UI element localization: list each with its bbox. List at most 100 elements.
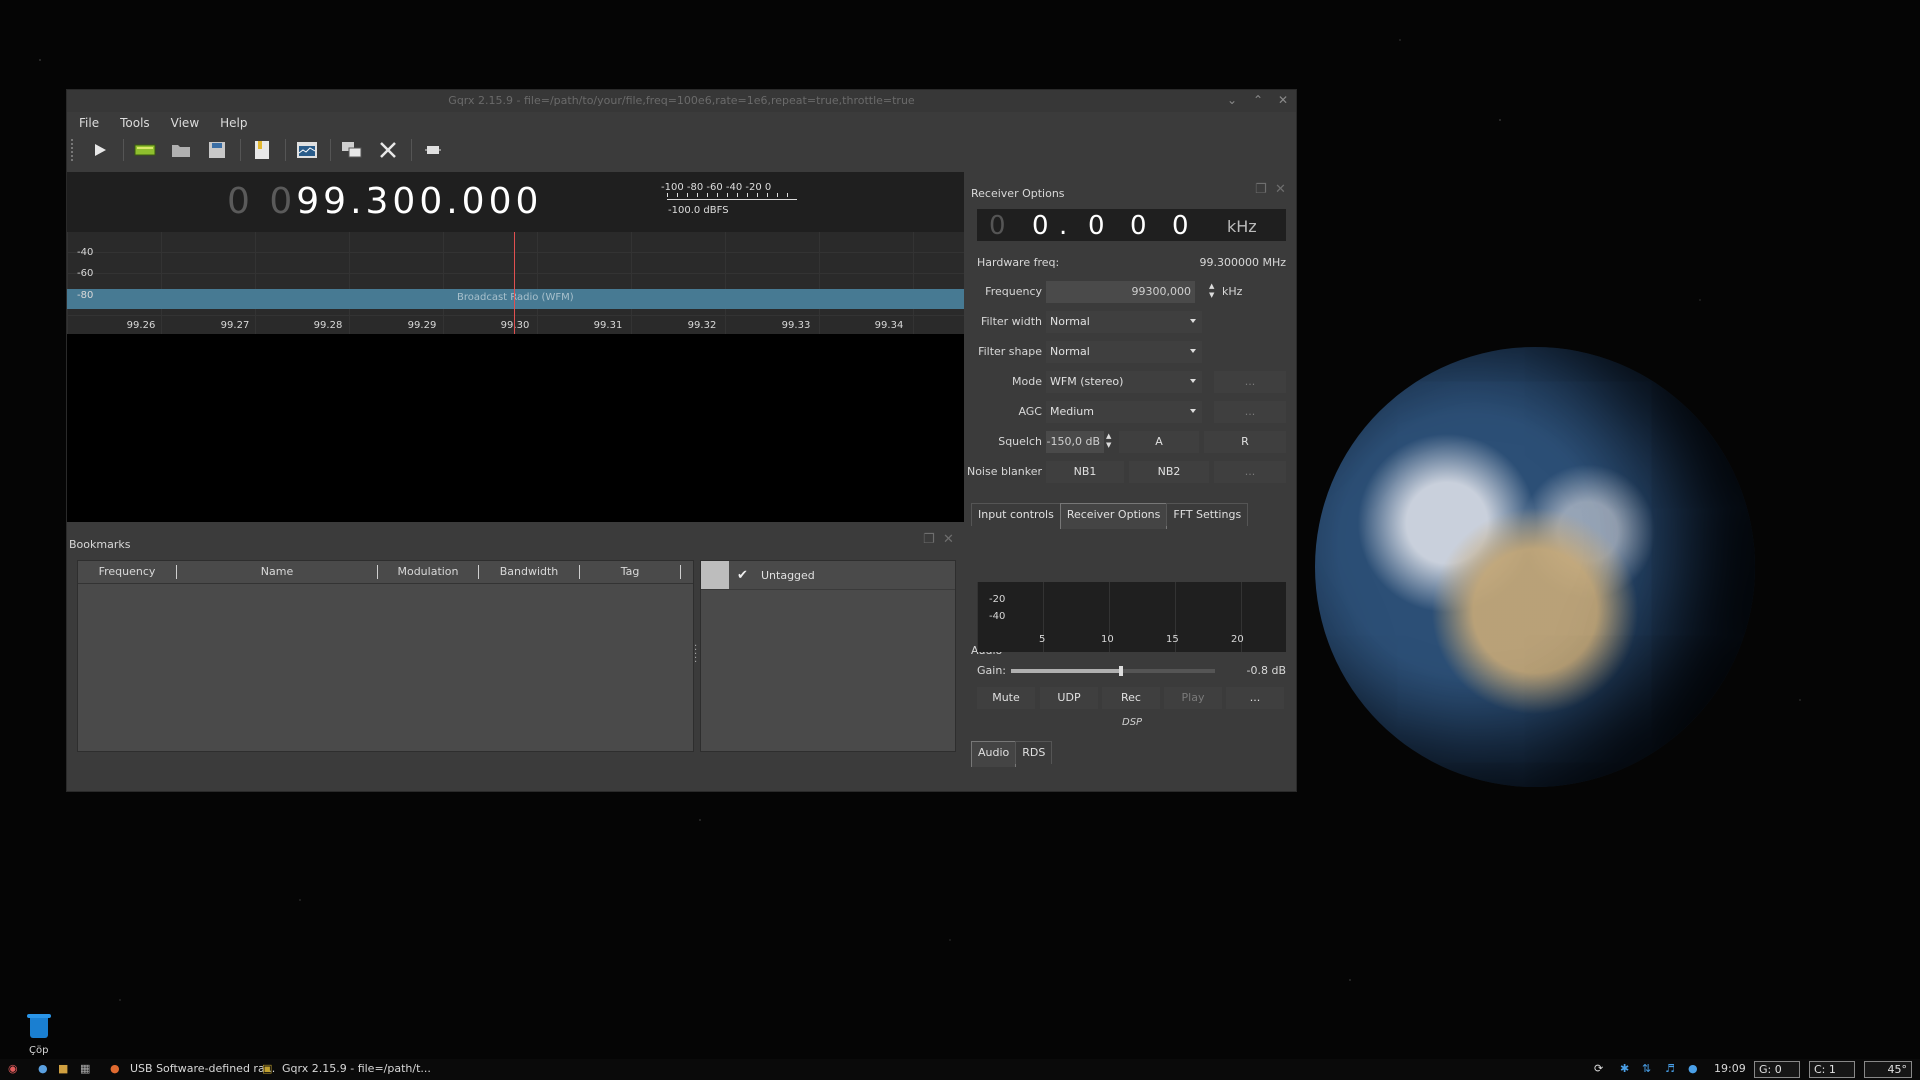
taskbar-app-gqrx[interactable]: Gqrx 2.15.9 - file=/path/t...	[282, 1062, 431, 1075]
chip-icon	[425, 146, 441, 154]
tags-list[interactable]: ✔ Untagged	[700, 560, 956, 752]
waterfall[interactable]	[67, 334, 964, 522]
close-icon[interactable]: ✕	[943, 532, 954, 547]
agc-select[interactable]: Medium	[1046, 401, 1202, 423]
tab-receiver-options[interactable]: Receiver Options	[1059, 503, 1168, 529]
column-frequency[interactable]: Frequency	[78, 565, 177, 579]
meter-bar	[667, 199, 797, 200]
firefox-icon: ●	[110, 1062, 120, 1075]
tag-row[interactable]: ✔ Untagged	[701, 561, 955, 590]
chevron-down-icon	[1190, 349, 1196, 353]
tab-fft-settings[interactable]: FFT Settings	[1166, 503, 1249, 526]
frequency-value: 99.300.000	[296, 181, 543, 222]
start-menu-icon[interactable]: ◉	[8, 1062, 18, 1075]
menu-file[interactable]: File	[79, 116, 99, 130]
title-bar[interactable]: Gqrx 2.15.9 - file=/path/to/your/file,fr…	[67, 90, 1296, 112]
frequency-row: Frequency 99300,000 ▲ ▼ kHz	[977, 281, 1286, 303]
taskbar-app-firefox[interactable]: USB Software-defined ra...	[130, 1062, 275, 1075]
agc-options-button[interactable]: ...	[1214, 401, 1286, 423]
nb-options-button[interactable]: ...	[1214, 461, 1286, 483]
frequency-digits[interactable]: 0 099.300.000	[227, 181, 542, 222]
temperature-monitor[interactable]: 45°	[1864, 1061, 1912, 1078]
bookmark-button[interactable]	[247, 137, 277, 163]
squelch-input[interactable]: -150,0 dB	[1046, 431, 1104, 453]
files-launcher-icon[interactable]: ■	[58, 1062, 68, 1075]
remote-control-button[interactable]	[337, 137, 367, 163]
sync-icon[interactable]: ⟳	[1594, 1062, 1603, 1075]
nb2-button[interactable]: NB2	[1129, 461, 1209, 483]
filter-width-select[interactable]: Normal	[1046, 311, 1202, 333]
bookmarks-table[interactable]: Frequency Name Modulation Bandwidth Tag	[77, 560, 694, 752]
spin-arrows-icon[interactable]: ▲ ▼	[1209, 282, 1214, 300]
db-label: -40	[77, 247, 94, 258]
table-header: Frequency Name Modulation Bandwidth Tag	[78, 561, 693, 584]
toolbar-separator	[330, 139, 331, 161]
squelch-auto-button[interactable]: A	[1119, 431, 1199, 453]
fft-window-button[interactable]	[292, 137, 322, 163]
screenshot-button[interactable]	[418, 137, 448, 163]
filter-shape-select[interactable]: Normal	[1046, 341, 1202, 363]
close-icon[interactable]: ✕	[1275, 182, 1286, 197]
hardware-freq-label: Hardware freq:	[977, 256, 1060, 269]
check-icon[interactable]: ✔	[737, 568, 753, 583]
mode-options-button[interactable]: ...	[1214, 371, 1286, 393]
open-file-button[interactable]	[166, 137, 196, 163]
clock[interactable]: 19:09	[1714, 1062, 1746, 1075]
frequency-label: Frequency	[985, 285, 1042, 298]
spin-arrows-icon[interactable]: ▲ ▼	[1106, 432, 1111, 450]
float-icon[interactable]: ❐	[1255, 639, 1267, 654]
toolbar-separator	[411, 139, 412, 161]
microphone-icon[interactable]: ●	[1688, 1062, 1698, 1075]
maximize-icon[interactable]: ⌃	[1250, 93, 1266, 107]
trash-icon[interactable]	[27, 1012, 51, 1040]
frequency-input[interactable]: 99300,000	[1046, 281, 1195, 303]
tuning-marker[interactable]	[514, 232, 515, 334]
volume-icon[interactable]: ♬	[1665, 1062, 1675, 1075]
frequency-display[interactable]: 0 099.300.000 -100 -80 -60 -40 -20 0 -10…	[67, 172, 964, 232]
close-icon[interactable]: ✕	[1275, 93, 1291, 107]
freq-tick-label: 99.33	[781, 320, 811, 331]
settings-button[interactable]	[373, 137, 403, 163]
network-icon	[342, 142, 362, 158]
menu-view[interactable]: View	[171, 116, 199, 130]
tab-input-controls[interactable]: Input controls	[971, 503, 1061, 526]
freq-tick-label: 99.27	[220, 320, 250, 331]
column-name[interactable]: Name	[177, 565, 378, 579]
toolbar-grip[interactable]	[71, 139, 75, 161]
spectrum-plot[interactable]: -40 -60 Broadcast Radio (WFM) -80 99.26 …	[67, 232, 964, 334]
float-icon[interactable]: ❐	[1255, 182, 1267, 197]
tag-color-swatch[interactable]	[701, 561, 729, 589]
io-device-button[interactable]	[130, 137, 160, 163]
bookmarks-dock: Bookmarks ❐ ✕ Frequency Name Modulation …	[67, 522, 964, 790]
nb1-button[interactable]: NB1	[1046, 461, 1124, 483]
column-tag[interactable]: Tag	[580, 565, 681, 579]
toolbar-separator	[240, 139, 241, 161]
taskbar: ◉ ● ■ ▦ ● USB Software-defined ra... ▣ G…	[0, 1059, 1920, 1080]
terminal-launcher-icon[interactable]: ▦	[80, 1062, 90, 1075]
bookmark-band[interactable]: Broadcast Radio (WFM)	[67, 289, 964, 309]
network-icon[interactable]: ⇅	[1642, 1062, 1651, 1075]
splitter-handle[interactable]: .....	[694, 639, 697, 665]
play-button[interactable]	[85, 137, 115, 163]
squelch-reset-button[interactable]: R	[1204, 431, 1286, 453]
filter-shape-label: Filter shape	[978, 345, 1042, 358]
browser-launcher-icon[interactable]: ●	[38, 1062, 48, 1075]
float-icon[interactable]: ❐	[923, 532, 935, 547]
chevron-down-icon	[1190, 319, 1196, 323]
menu-help[interactable]: Help	[220, 116, 247, 130]
band-label: Broadcast Radio (WFM)	[457, 292, 574, 303]
column-modulation[interactable]: Modulation	[378, 565, 479, 579]
offset-frequency-display[interactable]: 0 0 . 0 0 0 kHz	[977, 209, 1286, 241]
mode-select[interactable]: WFM (stereo)	[1046, 371, 1202, 393]
bluetooth-icon[interactable]: ✱	[1620, 1062, 1629, 1075]
cpu-monitor[interactable]: C: 1	[1809, 1061, 1855, 1078]
chevron-down-icon	[1190, 409, 1196, 413]
save-button[interactable]	[202, 137, 232, 163]
gpu-monitor[interactable]: G: 0	[1754, 1061, 1800, 1078]
menu-tools[interactable]: Tools	[120, 116, 150, 130]
offset-dim-digit: 0	[989, 211, 1006, 241]
minimize-icon[interactable]: ⌄	[1224, 93, 1240, 107]
column-bandwidth[interactable]: Bandwidth	[479, 565, 580, 579]
close-icon[interactable]: ✕	[1275, 639, 1286, 654]
offset-digit: 0	[1130, 211, 1147, 241]
